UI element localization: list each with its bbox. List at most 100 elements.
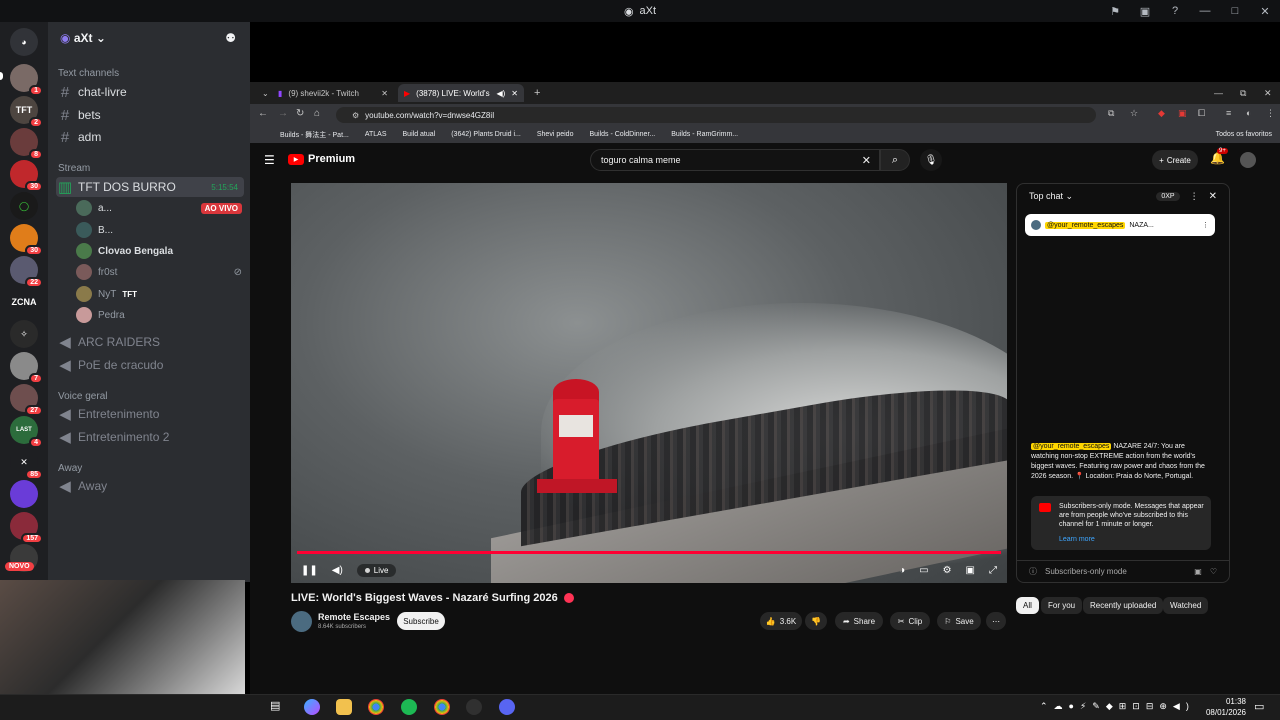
bookmark-item[interactable]: Build atual (403, 131, 436, 138)
help-icon[interactable]: ? (1160, 5, 1190, 17)
channel-arc-raiders[interactable]: ◀ ARC RAIDERS (56, 332, 244, 352)
category-voice[interactable]: Voice geral (58, 391, 107, 402)
extension-icon[interactable]: ◆ (1158, 108, 1165, 119)
server-icon[interactable]: TFT 2 (10, 96, 43, 128)
bookmark-item[interactable]: Builds - 舞法主 - Pat... (280, 130, 349, 140)
captions-icon[interactable]: ▭ (919, 565, 928, 576)
chat-mode-dropdown[interactable]: Top chat ⌄ (1029, 191, 1073, 202)
server-icon[interactable]: 30 (10, 224, 43, 256)
server-icon[interactable]: 27 (10, 384, 43, 416)
channel-entretenimento[interactable]: ◀ Entretenimento (56, 404, 244, 424)
server-icon[interactable]: 8 (10, 128, 43, 160)
channel-chat-livre[interactable]: # chat-livre (56, 82, 244, 102)
obs-icon[interactable] (466, 699, 482, 715)
chip-watched[interactable]: Watched (1163, 597, 1209, 614)
task-view-icon[interactable]: ▤ (270, 699, 280, 712)
voice-user[interactable]: fr0st ⊘ (76, 262, 242, 282)
dislike-button[interactable]: 👎 (805, 612, 827, 630)
back-icon[interactable]: ← (258, 108, 268, 119)
chrome-icon[interactable] (368, 699, 384, 715)
address-bar[interactable]: ⚙ youtube.com/watch?v=dnwse4GZ8iI (336, 107, 1096, 123)
all-bookmarks[interactable]: Todos os favoritos (1216, 131, 1272, 138)
server-header[interactable]: ◉ aXt ⌄ ⚉ (48, 22, 250, 54)
volume-icon[interactable]: ◀) (332, 565, 343, 576)
bookmark-star-icon[interactable]: ☆ (1130, 108, 1138, 119)
server-icon[interactable] (10, 480, 38, 508)
bookmark-item[interactable]: Builds - ColdDinner... (589, 131, 655, 138)
channel-away[interactable]: ◀ Away (56, 476, 244, 496)
category-away[interactable]: Away (58, 463, 82, 474)
server-icon[interactable]: ✧ (10, 320, 38, 348)
like-button[interactable]: 👍 3.6K (760, 612, 802, 630)
bookmark-item[interactable]: (3642) Plants Druid i... (451, 131, 521, 138)
menu-icon[interactable]: ⋮ (1266, 108, 1275, 119)
inbox-icon[interactable]: ⚑ (1100, 5, 1130, 18)
home-icon[interactable]: ⌂ (314, 108, 320, 119)
channel-avatar[interactable] (291, 611, 312, 632)
clip-button[interactable]: ✂ Clip (890, 612, 930, 630)
invite-icon[interactable]: ⚉ (225, 31, 236, 45)
chat-menu-icon[interactable]: ⋮ (1190, 191, 1199, 202)
forward-icon[interactable]: → (278, 108, 288, 119)
copilot-icon[interactable] (304, 699, 320, 715)
create-button[interactable]: + Create (1152, 150, 1198, 170)
close-browser[interactable]: ✕ (1258, 84, 1278, 102)
pause-icon[interactable]: ❚❚ (301, 565, 318, 576)
category-text[interactable]: Text channels (58, 68, 119, 79)
channel-entretenimento-2[interactable]: ◀ Entretenimento 2 (56, 427, 244, 447)
server-icon[interactable]: ✕ 85 (10, 448, 43, 480)
video-player[interactable]: ❚❚ ◀) Live ◑ ▭ ⚙ ▣ ⤢ (291, 183, 1007, 583)
bookmark-item[interactable]: Shevi peido (537, 131, 574, 138)
clock[interactable]: 01:38 08/01/2026 (1196, 696, 1246, 718)
miniplayer-icon[interactable]: ▣ (966, 565, 975, 576)
voice-user[interactable]: Clovao Bengala (76, 241, 242, 261)
server-icon[interactable]: LAST 4 (10, 416, 43, 448)
media-icon[interactable]: ≡ (1226, 108, 1231, 118)
server-icon[interactable]: 22 (10, 256, 43, 288)
tab-twitch[interactable]: ▮ (9) shevii2k - Twitch ✕ (272, 84, 394, 102)
more-actions-button[interactable]: ⋯ (986, 612, 1006, 630)
autoplay-toggle[interactable]: ◑ (899, 565, 905, 576)
clear-search-icon[interactable]: ✕ (862, 154, 871, 167)
save-button[interactable]: ⚐ Save (937, 612, 981, 630)
extensions-icon[interactable]: ⧠ (1198, 108, 1205, 119)
search-input[interactable]: toguro calma meme ✕ (590, 149, 880, 171)
profile-icon[interactable]: ◐ (1246, 108, 1251, 118)
learn-more-link[interactable]: Learn more (1059, 535, 1205, 544)
minimize-button[interactable]: — (1190, 5, 1220, 17)
subscribe-button[interactable]: Subscribe (397, 612, 445, 630)
chip-all[interactable]: All (1016, 597, 1039, 614)
voice-user[interactable]: Pedra (76, 305, 242, 325)
bookmark-item[interactable]: ATLAS (365, 131, 387, 138)
voice-user[interactable]: B... (76, 220, 242, 240)
maximize-button[interactable]: □ (1220, 5, 1250, 17)
channel-bets[interactable]: # bets (56, 105, 244, 125)
system-tray[interactable]: ⌃☁●⚡✎◆⊞⊡⊟⊕◀) (1040, 701, 1195, 712)
voice-search-button[interactable]: 🎙 (920, 149, 942, 171)
account-avatar[interactable] (1240, 152, 1256, 168)
server-icon[interactable]: ◯ (10, 192, 38, 220)
channel-tft-dos-burro[interactable]: ▥ TFT DOS BURRO 5:15:54 (56, 177, 244, 197)
super-chat-icon[interactable]: ▣ (1194, 567, 1202, 576)
new-tab-button[interactable]: + (528, 84, 546, 102)
category-stream[interactable]: Stream (58, 163, 90, 174)
minimize-browser[interactable]: — (1208, 84, 1229, 102)
fullscreen-icon[interactable]: ⤢ (989, 565, 997, 576)
heart-icon[interactable]: ♡ (1210, 567, 1217, 576)
server-icon[interactable]: ZCNA (6, 288, 42, 316)
hamburger-menu-icon[interactable]: ☰ (264, 153, 275, 167)
install-icon[interactable]: ⧉ (1108, 108, 1114, 119)
notification-center-icon[interactable]: ▭ (1254, 700, 1264, 713)
more-icon[interactable]: ⋮ (1202, 221, 1209, 229)
server-icon[interactable]: 7 (10, 352, 43, 384)
youtube-logo[interactable]: ▶ Premium (288, 153, 355, 165)
share-button[interactable]: ➦ Share (835, 612, 883, 630)
server-icon[interactable]: 1 (10, 64, 43, 96)
tab-youtube[interactable]: ▶(3878) LIVE: World's Biggest◀)✕ (398, 84, 524, 102)
screen-icon[interactable]: ▣ (1130, 5, 1160, 18)
notifications-icon[interactable]: 🔔 9+ (1210, 148, 1228, 165)
progress-bar[interactable] (297, 551, 1001, 554)
server-icon[interactable]: 30 (10, 160, 43, 192)
channel-adm[interactable]: # adm (56, 127, 244, 147)
restore-browser[interactable]: ⧉ (1234, 84, 1252, 102)
